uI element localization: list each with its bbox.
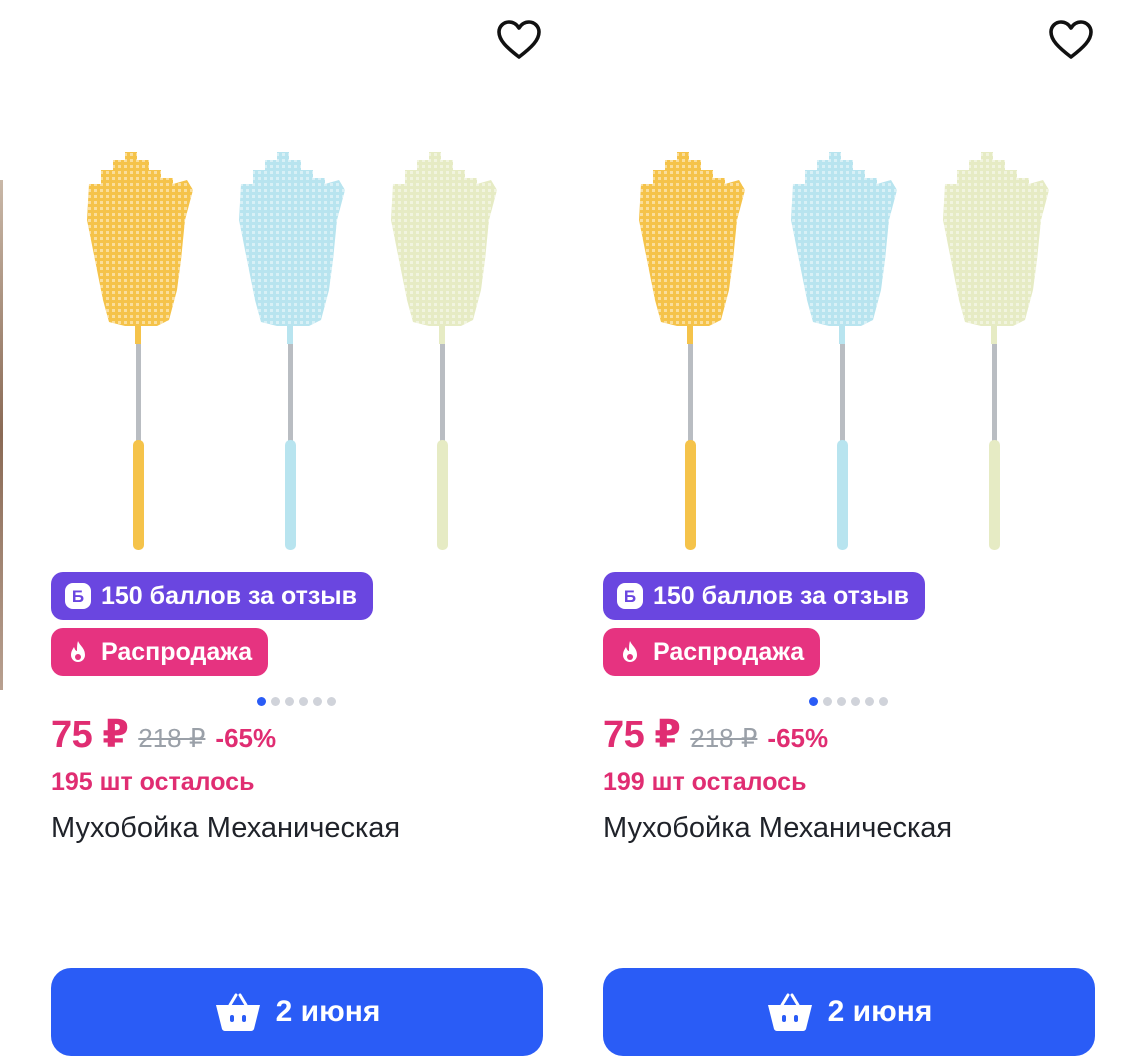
basket-icon [766,991,814,1033]
discount-percent: -65% [767,723,829,753]
pagination-dot [327,697,336,706]
svg-text:Б: Б [624,587,636,606]
points-badge: Б 150 баллов за отзыв [51,572,374,620]
flame-icon [65,639,91,665]
pagination-dot [285,697,294,706]
pagination-dot [271,697,280,706]
points-b-icon: Б [617,583,643,609]
swatter-yellow [87,152,193,550]
current-price: 75 ₽ [51,714,129,756]
basket-icon [214,991,262,1033]
product-title[interactable]: Мухобойка Механическая [51,812,400,845]
sale-badge-label: Распродажа [653,637,805,666]
pagination-dot [313,697,322,706]
pagination-dot-active [809,697,818,706]
pagination-dot [865,697,874,706]
points-badge-label: 150 баллов за отзыв [653,581,910,610]
image-pagination [257,697,336,706]
flame-icon [617,639,643,665]
image-pagination [809,697,888,706]
sale-badge-label: Распродажа [101,637,253,666]
product-image[interactable] [69,140,519,560]
current-price: 75 ₽ [603,714,681,756]
old-price: 218 ₽ [138,723,206,753]
swatter-yellow [639,152,745,550]
swatter-cream [391,152,497,550]
pagination-dot [879,697,888,706]
adjacent-card-edge [0,180,3,690]
product-image[interactable] [621,140,1071,560]
sale-badge: Распродажа [603,628,821,676]
swatter-blue [791,152,897,550]
points-badge: Б 150 баллов за отзыв [603,572,926,620]
price-row: 75 ₽ 218 ₽ -65% [51,712,276,757]
add-to-cart-button[interactable]: 2 июня [51,968,543,1056]
swatter-blue [239,152,345,550]
favorite-button[interactable] [1047,18,1095,62]
sale-badge: Распродажа [51,628,269,676]
swatter-cream [943,152,1049,550]
points-badge-label: 150 баллов за отзыв [101,581,358,610]
svg-text:Б: Б [72,587,84,606]
delivery-date-label: 2 июня [827,995,933,1028]
pagination-dot-active [257,697,266,706]
old-price: 218 ₽ [690,723,758,753]
product-card[interactable]: Б 150 баллов за отзыв Распродажа 75 ₽ 21… [49,0,545,1064]
add-to-cart-button[interactable]: 2 июня [603,968,1095,1056]
product-title[interactable]: Мухобойка Механическая [603,812,952,845]
stock-remaining: 199 шт осталось [603,768,807,796]
heart-outline-icon [1049,20,1093,59]
points-b-icon: Б [65,583,91,609]
pagination-dot [837,697,846,706]
discount-percent: -65% [215,723,277,753]
delivery-date-label: 2 июня [275,995,381,1028]
stock-remaining: 195 шт осталось [51,768,255,796]
favorite-button[interactable] [495,18,543,62]
pagination-dot [299,697,308,706]
product-card[interactable]: Б 150 баллов за отзыв Распродажа 75 ₽ 21… [601,0,1097,1064]
heart-outline-icon [497,20,541,59]
pagination-dot [823,697,832,706]
price-row: 75 ₽ 218 ₽ -65% [603,712,828,757]
pagination-dot [851,697,860,706]
